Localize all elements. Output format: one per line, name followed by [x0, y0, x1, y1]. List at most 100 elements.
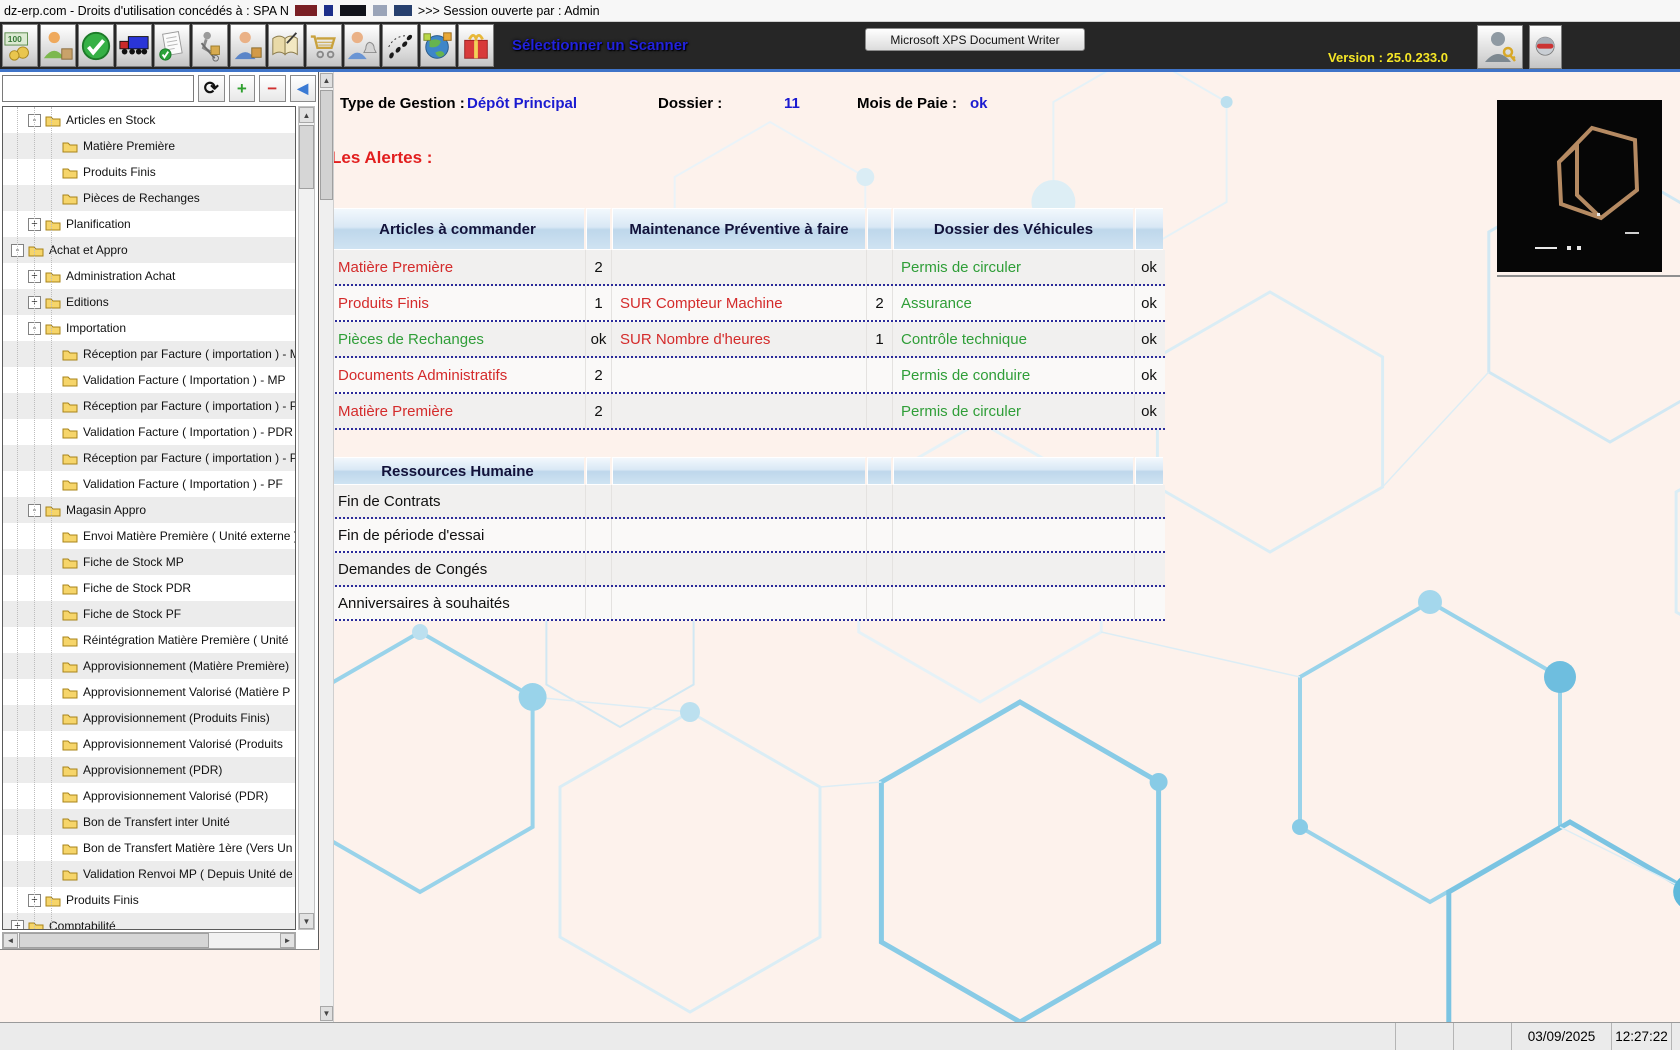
- tree-item[interactable]: Réception par Facture ( importation ) - …: [3, 341, 295, 367]
- alert-value-cell: ok: [1135, 394, 1163, 428]
- scroll-up-icon[interactable]: ▲: [320, 73, 333, 88]
- logistics-button[interactable]: [420, 24, 456, 67]
- table-row[interactable]: Matière Première 2 Permis de circuler ok: [330, 394, 1165, 430]
- collapse-all-button[interactable]: −: [259, 75, 285, 102]
- table-row[interactable]: Produits Finis 1 SUR Compteur Machine 2 …: [330, 286, 1165, 322]
- tree-item[interactable]: Validation Renvoi MP ( Depuis Unité de: [3, 861, 295, 887]
- table-row[interactable]: Matière Première 2 Permis de circuler ok: [330, 250, 1165, 286]
- validate-button[interactable]: [78, 24, 114, 67]
- expand-all-button[interactable]: +: [229, 75, 255, 102]
- tree-item[interactable]: Approvisionnement Valorisé (PDR): [3, 783, 295, 809]
- person-bell-icon: [346, 29, 378, 63]
- tree-item[interactable]: Bon de Transfert inter Unité: [3, 809, 295, 835]
- alert-label-cell: Contrôle technique: [893, 322, 1135, 356]
- tree-item[interactable]: Approvisionnement (Produits Finis): [3, 705, 295, 731]
- status-cell: [1672, 1023, 1680, 1050]
- tree-item[interactable]: +Produits Finis: [3, 887, 295, 913]
- scroll-right-icon[interactable]: ►: [280, 933, 295, 948]
- tree-expander[interactable]: +: [28, 894, 41, 907]
- tree-item[interactable]: -Magasin Appro: [3, 497, 295, 523]
- user-session-button[interactable]: [1477, 25, 1523, 69]
- journal-button[interactable]: [268, 24, 304, 67]
- tree-item[interactable]: Fiche de Stock PDR: [3, 575, 295, 601]
- tree-expander[interactable]: -: [28, 322, 41, 335]
- redacted-block: [340, 5, 366, 16]
- table-row[interactable]: Fin de période d'essai: [330, 519, 1165, 553]
- tree-item-label: Bon de Transfert Matière 1ère (Vers Un: [83, 841, 292, 855]
- hr-value-cell: [586, 553, 612, 585]
- tree-item[interactable]: Réception par Facture ( importation ) - …: [3, 445, 295, 471]
- tree-item[interactable]: Approvisionnement (PDR): [3, 757, 295, 783]
- table-row[interactable]: Pièces de Rechanges ok SUR Nombre d'heur…: [330, 322, 1165, 358]
- tree-item[interactable]: -Articles en Stock: [3, 107, 295, 133]
- tree-item[interactable]: Validation Facture ( Importation ) - PDR: [3, 419, 295, 445]
- check-circle-icon: [80, 29, 112, 63]
- version-label: Version : 25.0.233.0: [1328, 50, 1448, 65]
- tree-horizontal-scrollbar[interactable]: ◄ ►: [2, 932, 296, 949]
- collapse-panel-button[interactable]: ◀: [290, 75, 316, 102]
- scrollbar-thumb[interactable]: [19, 933, 209, 948]
- scroll-down-icon[interactable]: ▼: [299, 913, 314, 929]
- gestion-type-label: Type de Gestion :: [340, 95, 465, 117]
- hr-label-cell: Anniversaires à souhaités: [330, 587, 586, 619]
- tree-item[interactable]: Validation Facture ( Importation ) - PF: [3, 471, 295, 497]
- tree-vertical-scrollbar[interactable]: ▲ ▼: [298, 106, 315, 930]
- scroll-down-icon[interactable]: ▼: [320, 1006, 333, 1021]
- client-button[interactable]: [40, 24, 76, 67]
- tree-expander[interactable]: +: [28, 218, 41, 231]
- handling-button[interactable]: [192, 24, 228, 67]
- tree-item[interactable]: Réintégration Matière Première ( Unité: [3, 627, 295, 653]
- traceability-button[interactable]: [382, 24, 418, 67]
- tree-item[interactable]: +Comptabilité: [3, 913, 295, 930]
- delivery-button[interactable]: [116, 24, 152, 67]
- tree-item[interactable]: Bon de Transfert Matière 1ère (Vers Un: [3, 835, 295, 861]
- document-validate-button[interactable]: [154, 24, 190, 67]
- money-button[interactable]: 100: [2, 24, 38, 67]
- tree-item[interactable]: Validation Facture ( Importation ) - MP: [3, 367, 295, 393]
- tree-item[interactable]: Produits Finis: [3, 159, 295, 185]
- tree-item[interactable]: Approvisionnement Valorisé (Matière P: [3, 679, 295, 705]
- printer-selector-button[interactable]: Microsoft XPS Document Writer: [865, 28, 1085, 51]
- tree-item[interactable]: Réception par Facture ( importation ) - …: [3, 393, 295, 419]
- tree-item[interactable]: +Editions: [3, 289, 295, 315]
- table-row[interactable]: Fin de Contrats: [330, 485, 1165, 519]
- alerts-table: Articles à commander Maintenance Prévent…: [330, 208, 1165, 430]
- scrollbar-thumb[interactable]: [299, 125, 314, 189]
- tree-item[interactable]: Approvisionnement Valorisé (Produits: [3, 731, 295, 757]
- tree-item[interactable]: Fiche de Stock PF: [3, 601, 295, 627]
- service-button[interactable]: [344, 24, 380, 67]
- tree-expander[interactable]: -: [28, 114, 41, 127]
- table-row[interactable]: Demandes de Congés: [330, 553, 1165, 587]
- scrollbar-thumb[interactable]: [320, 90, 333, 200]
- tree-item[interactable]: Matière Première: [3, 133, 295, 159]
- tree-expander[interactable]: +: [11, 920, 24, 931]
- tree-expander[interactable]: +: [28, 270, 41, 283]
- tree-item[interactable]: -Importation: [3, 315, 295, 341]
- power-button[interactable]: [1529, 25, 1562, 69]
- table-row[interactable]: Anniversaires à souhaités: [330, 587, 1165, 621]
- refresh-button[interactable]: ⟳: [198, 75, 224, 102]
- tree-item[interactable]: +Planification: [3, 211, 295, 237]
- tree-item[interactable]: Pièces de Rechanges: [3, 185, 295, 211]
- supplier-button[interactable]: [230, 24, 266, 67]
- gift-button[interactable]: [458, 24, 494, 67]
- scroll-up-icon[interactable]: ▲: [299, 107, 314, 123]
- tree-expander[interactable]: -: [11, 244, 24, 257]
- tree-item[interactable]: Envoi Matière Première ( Unité externe ): [3, 523, 295, 549]
- table-row[interactable]: Documents Administratifs 2 Permis de con…: [330, 358, 1165, 394]
- tree-expander[interactable]: +: [28, 296, 41, 309]
- tree-search-input[interactable]: [2, 75, 194, 102]
- scroll-left-icon[interactable]: ◄: [3, 933, 18, 948]
- alert-label-cell: Documents Administratifs: [330, 358, 586, 392]
- hr-value-cell: [586, 485, 612, 517]
- tree-expander[interactable]: -: [28, 504, 41, 517]
- tree-item[interactable]: +Administration Achat: [3, 263, 295, 289]
- tree-item[interactable]: Fiche de Stock MP: [3, 549, 295, 575]
- tree-item[interactable]: -Achat et Appro: [3, 237, 295, 263]
- tree-item[interactable]: Approvisionnement (Matière Première): [3, 653, 295, 679]
- select-scanner-link[interactable]: Sélectionner un Scanner: [512, 37, 688, 54]
- main-vertical-scrollbar[interactable]: ▲ ▼: [320, 72, 334, 1022]
- purchases-button[interactable]: [306, 24, 342, 67]
- folder-icon: [62, 426, 78, 439]
- client-box-icon: [42, 29, 74, 63]
